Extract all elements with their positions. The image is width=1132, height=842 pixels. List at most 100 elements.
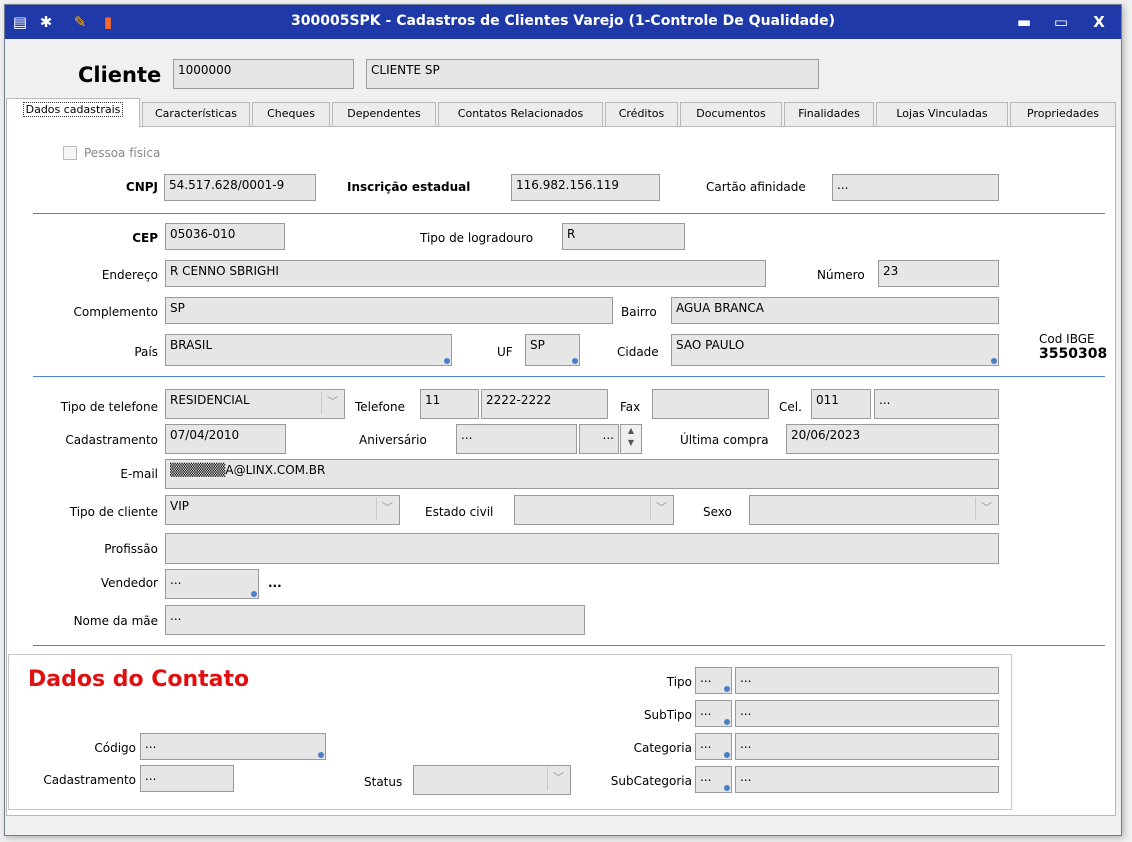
close-button[interactable]: X [1086, 10, 1112, 34]
telefone-ddd-field[interactable]: 11 [420, 389, 479, 419]
tipo-cliente-select[interactable]: VIP ﹀ [165, 495, 400, 525]
chevron-down-icon[interactable]: ﹀ [376, 497, 398, 520]
tab-contatos-relacionados[interactable]: Contatos Relacionados [438, 102, 603, 126]
cartao-afinidade-field[interactable]: ... [832, 174, 999, 201]
tab-finalidades[interactable]: Finalidades [784, 102, 874, 126]
uf-field[interactable]: SP [525, 334, 580, 366]
cod-ibge-label: Cod IBGE [1039, 332, 1095, 346]
contato-codigo-field[interactable]: ... [140, 733, 326, 760]
tab-propriedades[interactable]: Propriedades [1010, 102, 1116, 126]
chevron-down-icon[interactable]: ﹀ [321, 391, 343, 414]
fax-label: Fax [620, 400, 641, 414]
contato-subcategoria-code-field[interactable]: ... [695, 766, 732, 793]
tipo-telefone-value: RESIDENCIAL [170, 393, 250, 407]
tipo-logradouro-field[interactable]: R [562, 223, 685, 250]
dados-contato-title: Dados do Contato [28, 667, 250, 692]
contato-cadastramento-label: Cadastramento [43, 773, 136, 787]
bairro-label: Bairro [621, 305, 657, 319]
profissao-field[interactable] [165, 533, 999, 564]
tipo-cliente-value: VIP [170, 499, 189, 513]
tab-dependentes[interactable]: Dependentes [332, 102, 436, 126]
aniversario-label: Aniversário [359, 433, 427, 447]
profissao-label: Profissão [104, 542, 158, 556]
inscricao-estadual-field[interactable]: 116.982.156.119 [511, 174, 660, 201]
tab-creditos[interactable]: Créditos [605, 102, 678, 126]
pessoa-fisica-checkbox[interactable] [63, 146, 77, 160]
spin-buttons[interactable]: ▲ ▼ [620, 424, 642, 454]
nome-mae-field[interactable]: ... [165, 605, 585, 635]
tab-dados-cadastrais[interactable]: Dados cadastrais [6, 98, 140, 127]
telefone-label: Telefone [355, 400, 405, 414]
contato-codigo-label: Código [94, 741, 136, 755]
complemento-label: Complemento [73, 305, 158, 319]
contato-subtipo-field[interactable]: ... [735, 700, 999, 727]
contato-tipo-field[interactable]: ... [735, 667, 999, 694]
tab-label: Dados cadastrais [22, 102, 124, 117]
section-separator [33, 376, 1105, 377]
client-label: Cliente [78, 63, 162, 87]
chevron-down-icon[interactable]: ﹀ [547, 767, 569, 790]
cidade-field[interactable]: SAO PAULO [671, 334, 999, 366]
aniversario-field[interactable]: ... [456, 424, 577, 454]
section-separator [33, 645, 1105, 646]
endereco-field[interactable]: R CENNO SBRIGHI [165, 260, 766, 287]
cnpj-field[interactable]: 54.517.628/0001-9 [164, 174, 316, 201]
cep-label: CEP [132, 231, 158, 245]
inscricao-estadual-label: Inscrição estadual [347, 180, 471, 194]
contato-cadastramento-field[interactable]: ... [140, 765, 234, 792]
cadastramento-field[interactable]: 07/04/2010 [165, 424, 286, 454]
window-title: 300005SPK - Cadastros de Clientes Varejo… [291, 13, 835, 29]
tipo-telefone-label: Tipo de telefone [60, 400, 158, 414]
contato-subcategoria-field[interactable]: ... [735, 766, 999, 793]
contato-status-label: Status [364, 775, 403, 789]
cel-field[interactable]: ... [874, 389, 999, 419]
spin-down-icon[interactable]: ▼ [621, 437, 641, 449]
contato-categoria-field[interactable]: ... [735, 733, 999, 760]
section-separator [33, 213, 1105, 214]
tab-documentos[interactable]: Documentos [680, 102, 782, 126]
title-bar: ▤ ✱ ✎ ▮ 300005SPK - Cadastros de Cliente… [5, 5, 1121, 39]
contato-tipo-code-field[interactable]: ... [695, 667, 732, 694]
estado-civil-select[interactable]: ﹀ [514, 495, 674, 525]
contato-tipo-label: Tipo [666, 675, 692, 689]
chevron-down-icon[interactable]: ﹀ [650, 497, 672, 520]
sexo-select[interactable]: ﹀ [749, 495, 999, 525]
sexo-label: Sexo [703, 505, 732, 519]
ultima-compra-field[interactable]: 20/06/2023 [786, 424, 999, 454]
tab-bar: Dados cadastrais Características Cheques… [6, 98, 1116, 127]
spin-up-icon[interactable]: ▲ [621, 425, 641, 437]
aniversario-year-field[interactable]: ... [579, 424, 619, 454]
tipo-logradouro-label: Tipo de logradouro [420, 231, 534, 245]
pais-field[interactable]: BRASIL [165, 334, 452, 366]
pais-label: País [134, 345, 158, 359]
contato-subtipo-code-field[interactable]: ... [695, 700, 732, 727]
tipo-cliente-label: Tipo de cliente [69, 505, 158, 519]
minimize-button[interactable]: ▬ [1011, 10, 1037, 34]
cel-ddd-field[interactable]: 011 [811, 389, 871, 419]
contato-status-select[interactable]: ﹀ [413, 765, 571, 795]
bairro-field[interactable]: AGUA BRANCA [671, 297, 999, 324]
vendedor-field[interactable]: ... [165, 569, 259, 599]
contato-subtipo-label: SubTipo [643, 708, 692, 722]
cep-field[interactable]: 05036-010 [165, 223, 285, 250]
email-field[interactable]: ▒▒▒▒▒▒A@LINX.COM.BR [165, 459, 999, 489]
numero-field[interactable]: 23 [878, 260, 999, 287]
tab-cheques[interactable]: Cheques [252, 102, 330, 126]
client-code-field[interactable]: 1000000 [173, 59, 354, 89]
complemento-field[interactable]: SP [165, 297, 613, 324]
telefone-field[interactable]: 2222-2222 [481, 389, 608, 419]
estado-civil-label: Estado civil [425, 505, 494, 519]
cadastramento-label: Cadastramento [65, 433, 158, 447]
client-name-field[interactable]: CLIENTE SP [366, 59, 819, 89]
ultima-compra-label: Última compra [680, 433, 769, 447]
fax-field[interactable] [652, 389, 769, 419]
tab-caracteristicas[interactable]: Características [142, 102, 250, 126]
chevron-down-icon[interactable]: ﹀ [975, 497, 997, 520]
tipo-telefone-select[interactable]: RESIDENCIAL ﹀ [165, 389, 345, 419]
maximize-button[interactable]: ▭ [1048, 10, 1074, 34]
tab-lojas-vinculadas[interactable]: Lojas Vinculadas [876, 102, 1008, 126]
nome-mae-label: Nome da mãe [73, 614, 158, 628]
email-label: E-mail [120, 467, 158, 481]
contato-categoria-code-field[interactable]: ... [695, 733, 732, 760]
pessoa-fisica-label: Pessoa física [84, 146, 161, 160]
